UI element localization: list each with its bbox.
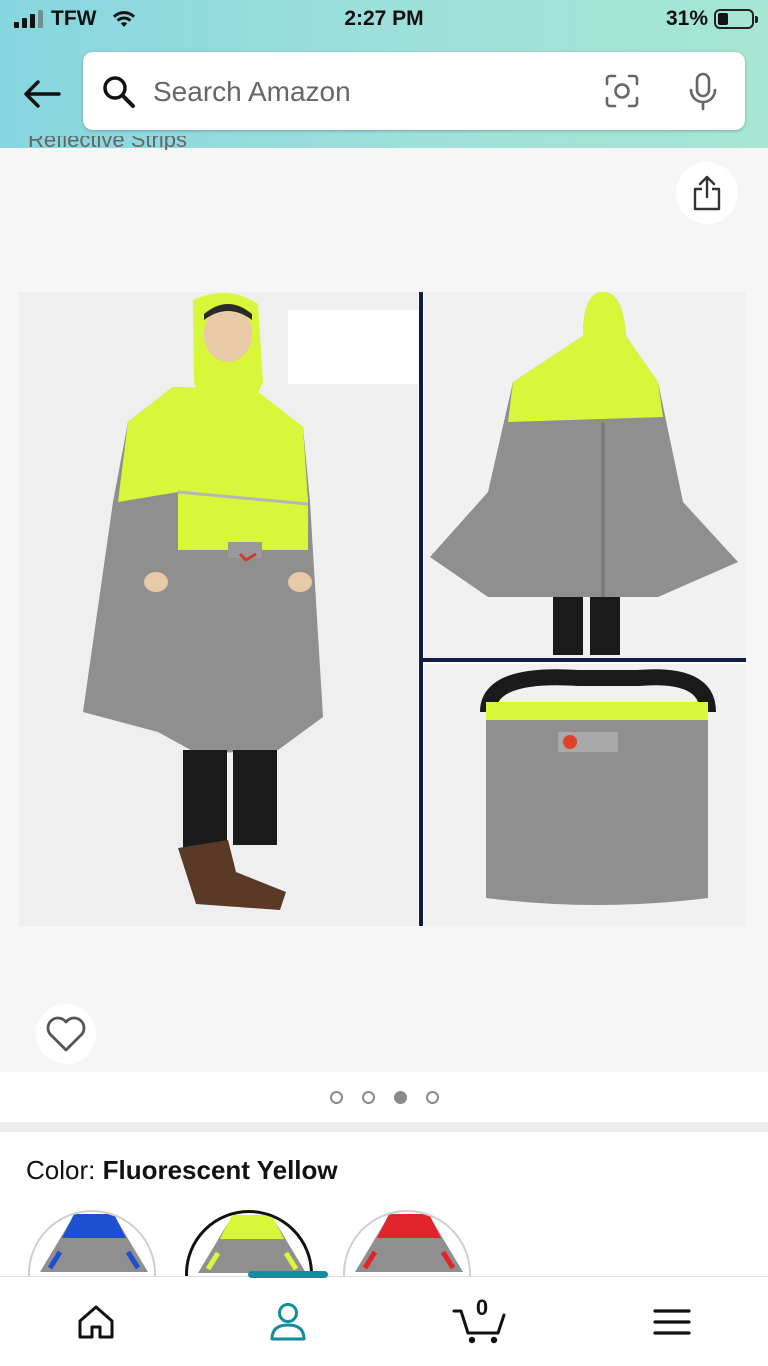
battery-group: 31%: [665, 7, 758, 31]
section-divider: [0, 1122, 768, 1132]
camera-scan-icon[interactable]: [603, 72, 641, 110]
share-button[interactable]: [676, 162, 738, 224]
back-button[interactable]: [20, 72, 64, 116]
pagination-dot[interactable]: [393, 1090, 407, 1104]
nav-account[interactable]: [238, 1277, 338, 1366]
back-arrow-icon: [24, 80, 61, 108]
selected-color-value: Fluorescent Yellow: [102, 1155, 338, 1185]
wishlist-button[interactable]: [36, 1004, 96, 1064]
microphone-icon[interactable]: [687, 72, 719, 112]
color-swatch-red[interactable]: [343, 1210, 471, 1280]
rain-poncho-photo: [18, 292, 746, 926]
partial-feature-text: Reflective Strips: [28, 136, 187, 150]
search-input[interactable]: [151, 70, 575, 114]
clock: 2:27 PM: [344, 7, 424, 30]
search-icon: [103, 76, 135, 108]
color-swatch-fluorescent-yellow[interactable]: [185, 1210, 313, 1280]
status-bar: TFW 2:27 PM 31%: [0, 0, 768, 40]
product-image[interactable]: [18, 292, 746, 926]
color-swatches: [28, 1210, 768, 1280]
color-selection-label: Color: Fluorescent Yellow: [26, 1155, 338, 1186]
share-icon: [693, 175, 721, 211]
nav-cart[interactable]: 0: [430, 1277, 530, 1366]
gallery-pagination[interactable]: [0, 1072, 768, 1122]
heart-icon: [46, 1016, 86, 1052]
battery-icon: [714, 9, 758, 29]
color-swatch-blue[interactable]: [28, 1210, 156, 1280]
bottom-nav: 0: [0, 1271, 768, 1366]
nav-menu[interactable]: [622, 1277, 722, 1366]
poncho-carry-bag: [480, 669, 716, 905]
menu-icon: [653, 1308, 691, 1335]
pagination-dot[interactable]: [329, 1090, 343, 1104]
cart-count: 0: [475, 1295, 489, 1320]
battery-percent: 31%: [665, 7, 708, 30]
user-icon: [270, 1302, 306, 1340]
color-label-prefix: Color:: [26, 1155, 96, 1185]
pagination-dot[interactable]: [361, 1090, 375, 1104]
home-icon: [78, 1305, 114, 1338]
pagination-dot[interactable]: [425, 1090, 439, 1104]
top-header: TFW 2:27 PM 31%: [0, 0, 768, 148]
search-bar[interactable]: [83, 52, 745, 130]
product-gallery[interactable]: Reflective Strips: [0, 136, 768, 1072]
nav-home[interactable]: [46, 1277, 146, 1366]
